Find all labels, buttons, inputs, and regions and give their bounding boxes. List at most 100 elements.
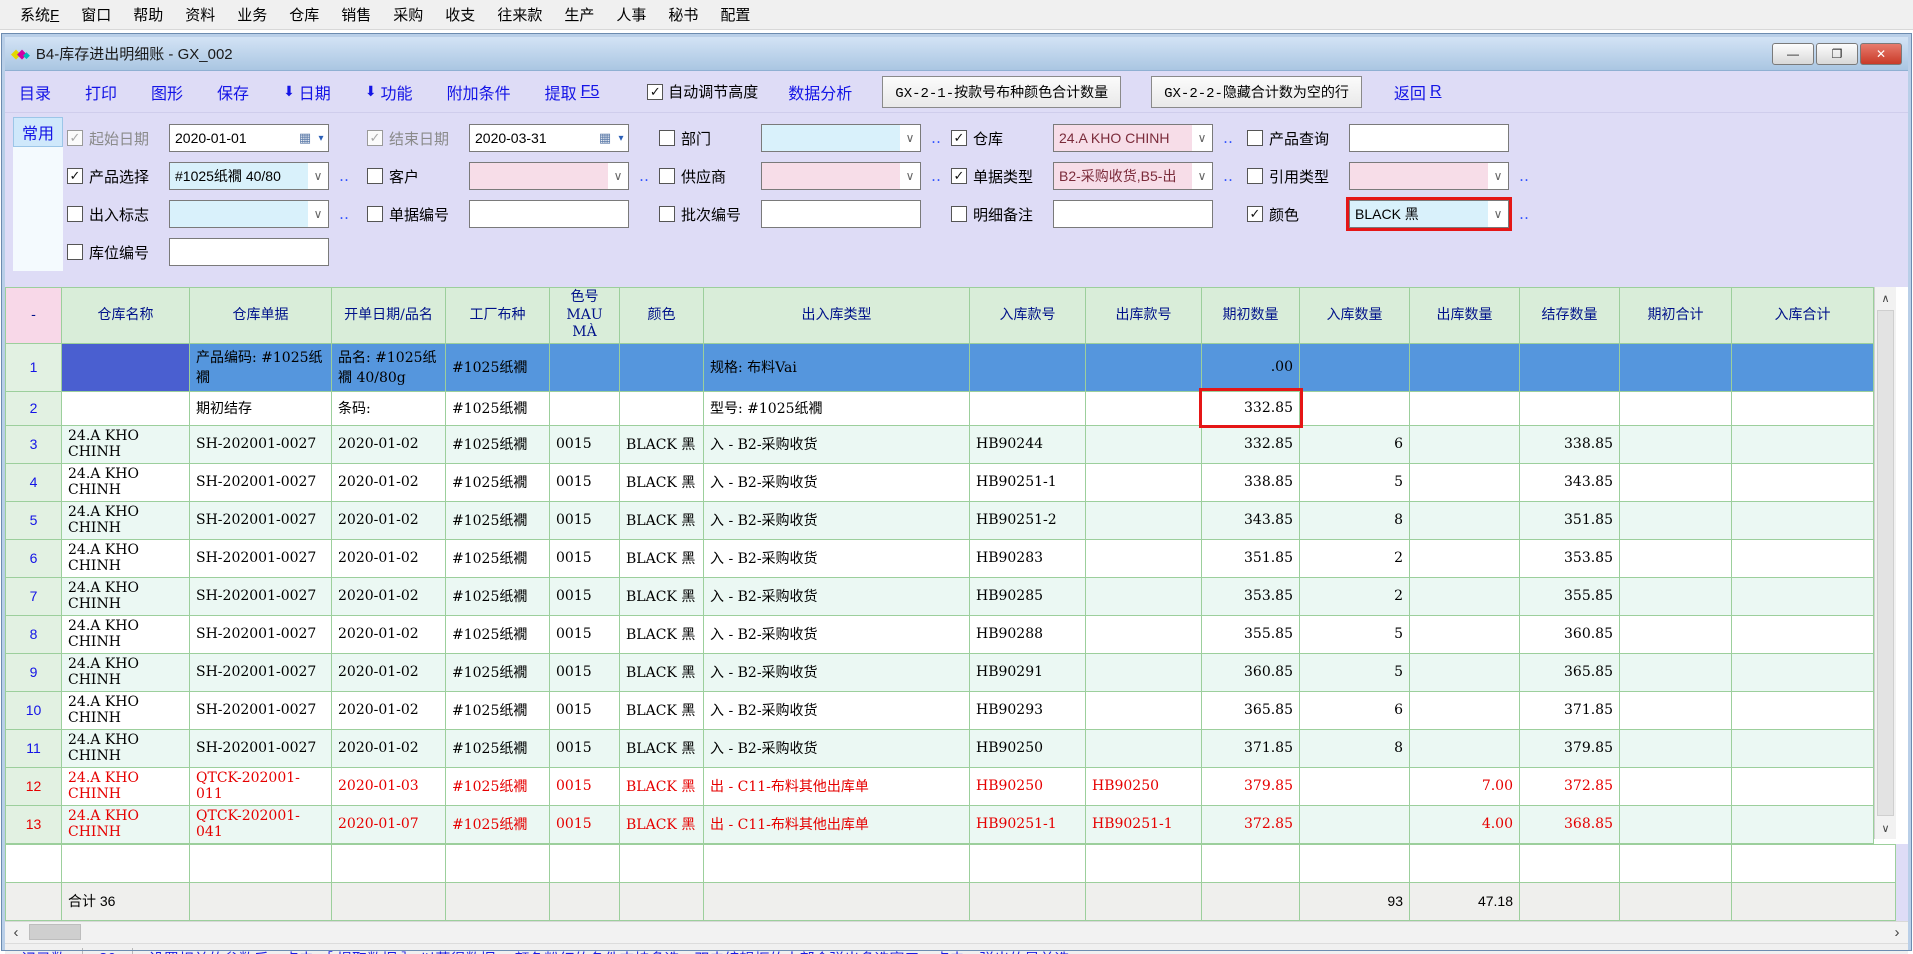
table-cell[interactable]: 2020-01-02 bbox=[332, 615, 446, 653]
table-cell[interactable]: 24.A KHO CHINH bbox=[62, 767, 190, 805]
table-cell[interactable]: #1025纸襉 bbox=[446, 577, 550, 615]
ellipsis-picker[interactable]: ‥ bbox=[1223, 129, 1235, 147]
table-cell[interactable] bbox=[1086, 425, 1202, 463]
table-cell[interactable] bbox=[1410, 615, 1520, 653]
gx21-summary-button[interactable]: GX-2-1-按款号布种颜色合计数量 bbox=[882, 76, 1121, 108]
table-cell[interactable]: 入 - B2-采购收货 bbox=[704, 539, 970, 577]
table-cell[interactable]: 4.00 bbox=[1410, 805, 1520, 843]
table-cell[interactable]: SH-202001-0027 bbox=[190, 425, 332, 463]
table-cell[interactable]: 8 bbox=[1300, 729, 1410, 767]
table-cell[interactable]: 入 - B2-采购收货 bbox=[704, 425, 970, 463]
filter-select[interactable]: ∨ bbox=[1349, 162, 1509, 190]
table-cell[interactable]: 360.85 bbox=[1202, 653, 1300, 691]
table-cell[interactable] bbox=[62, 343, 190, 391]
column-header[interactable]: 期初数量 bbox=[1202, 288, 1300, 344]
table-cell[interactable]: HB90250 bbox=[1086, 767, 1202, 805]
table-cell[interactable]: 入 - B2-采购收货 bbox=[704, 691, 970, 729]
filter-checkbox[interactable] bbox=[659, 130, 675, 146]
column-header[interactable]: 出入库类型 bbox=[704, 288, 970, 344]
filter-select[interactable]: #1025纸襉 40/80∨ bbox=[169, 162, 329, 190]
menu-item[interactable]: 系统F bbox=[10, 1, 69, 28]
table-cell[interactable] bbox=[1620, 501, 1732, 539]
date-input[interactable]: 2020-03-31▦▾ bbox=[469, 124, 629, 152]
table-cell[interactable]: 371.85 bbox=[1520, 691, 1620, 729]
menu-item[interactable]: 业务 bbox=[227, 1, 277, 28]
row-number-cell[interactable]: 1 bbox=[6, 343, 62, 391]
table-cell[interactable]: HB90251-1 bbox=[970, 805, 1086, 843]
table-cell[interactable]: #1025纸襉 bbox=[446, 501, 550, 539]
table-cell[interactable]: 24.A KHO CHINH bbox=[62, 615, 190, 653]
table-cell[interactable]: 型号: #1025纸襉 bbox=[704, 391, 970, 425]
toolbar-link[interactable]: ⬇功能 bbox=[365, 80, 413, 104]
table-cell[interactable] bbox=[1086, 615, 1202, 653]
table-cell[interactable]: 0015 bbox=[550, 767, 620, 805]
table-cell[interactable] bbox=[1410, 539, 1520, 577]
table-cell[interactable]: 355.85 bbox=[1202, 615, 1300, 653]
table-cell[interactable]: HB90250 bbox=[970, 729, 1086, 767]
date-input[interactable]: 2020-01-01▦▾ bbox=[169, 124, 329, 152]
table-cell[interactable] bbox=[1732, 425, 1874, 463]
table-cell[interactable] bbox=[1620, 391, 1732, 425]
scroll-left-icon[interactable]: ‹ bbox=[5, 921, 27, 943]
column-header[interactable]: 仓库单据 bbox=[190, 288, 332, 344]
auto-height-toggle[interactable]: ✓ 自动调节高度 bbox=[647, 81, 758, 102]
table-cell[interactable]: 24.A KHO CHINH bbox=[62, 729, 190, 767]
table-cell[interactable]: BLACK 黑 bbox=[620, 463, 704, 501]
table-cell[interactable]: #1025纸襉 bbox=[446, 767, 550, 805]
filter-checkbox[interactable] bbox=[1247, 130, 1263, 146]
calendar-icon[interactable]: ▦ bbox=[596, 125, 614, 151]
table-cell[interactable]: 365.85 bbox=[1520, 653, 1620, 691]
table-cell[interactable]: 368.85 bbox=[1520, 805, 1620, 843]
table-cell[interactable]: BLACK 黑 bbox=[620, 729, 704, 767]
filter-checkbox[interactable] bbox=[367, 168, 383, 184]
table-cell[interactable] bbox=[1410, 343, 1520, 391]
table-cell[interactable]: 2020-01-02 bbox=[332, 425, 446, 463]
column-header[interactable]: 入库数量 bbox=[1300, 288, 1410, 344]
table-cell[interactable] bbox=[1620, 653, 1732, 691]
filter-checkbox[interactable]: ✓ bbox=[67, 130, 83, 146]
table-cell[interactable] bbox=[1520, 391, 1620, 425]
table-cell[interactable] bbox=[1410, 501, 1520, 539]
ellipsis-picker[interactable]: ‥ bbox=[931, 167, 943, 185]
calendar-icon[interactable]: ▦ bbox=[296, 125, 314, 151]
filter-select[interactable]: ∨ bbox=[761, 162, 921, 190]
table-cell[interactable]: BLACK 黑 bbox=[620, 767, 704, 805]
chevron-down-icon[interactable]: ∨ bbox=[900, 163, 920, 189]
table-cell[interactable] bbox=[1410, 653, 1520, 691]
table-cell[interactable]: 0015 bbox=[550, 653, 620, 691]
vertical-scroll-thumb[interactable] bbox=[1877, 310, 1894, 816]
minimize-button[interactable]: — bbox=[1772, 43, 1814, 65]
table-cell[interactable] bbox=[1732, 501, 1874, 539]
table-cell[interactable]: 产品编码: #1025纸襉 bbox=[190, 343, 332, 391]
table-cell[interactable]: #1025纸襉 bbox=[446, 729, 550, 767]
chevron-down-icon[interactable]: ∨ bbox=[1192, 163, 1212, 189]
table-cell[interactable]: 338.85 bbox=[1202, 463, 1300, 501]
table-cell[interactable]: SH-202001-0027 bbox=[190, 653, 332, 691]
tab-common[interactable]: 常用 bbox=[13, 117, 63, 147]
table-cell[interactable]: 0015 bbox=[550, 729, 620, 767]
column-header[interactable]: 结存数量 bbox=[1520, 288, 1620, 344]
ellipsis-picker[interactable]: ‥ bbox=[1519, 205, 1531, 223]
filter-checkbox[interactable] bbox=[659, 206, 675, 222]
table-cell[interactable]: HB90251-2 bbox=[970, 501, 1086, 539]
filter-checkbox[interactable] bbox=[367, 206, 383, 222]
row-number-cell[interactable]: 5 bbox=[6, 501, 62, 539]
table-cell[interactable]: HB90250 bbox=[970, 767, 1086, 805]
filter-select[interactable]: ∨ bbox=[469, 162, 629, 190]
table-cell[interactable] bbox=[1732, 767, 1874, 805]
table-cell[interactable]: 24.A KHO CHINH bbox=[62, 653, 190, 691]
table-cell[interactable] bbox=[1620, 343, 1732, 391]
back-link[interactable]: 返回R bbox=[1394, 80, 1442, 104]
filter-checkbox[interactable] bbox=[659, 168, 675, 184]
table-cell[interactable]: 0015 bbox=[550, 805, 620, 843]
row-number-cell[interactable]: 6 bbox=[6, 539, 62, 577]
table-cell[interactable]: #1025纸襉 bbox=[446, 463, 550, 501]
table-cell[interactable]: 2020-01-02 bbox=[332, 501, 446, 539]
filter-checkbox[interactable]: ✓ bbox=[1247, 206, 1263, 222]
table-cell[interactable] bbox=[1086, 653, 1202, 691]
scroll-down-icon[interactable]: ∨ bbox=[1875, 817, 1896, 839]
table-cell[interactable] bbox=[970, 391, 1086, 425]
table-cell[interactable]: 规格: 布料Vai bbox=[704, 343, 970, 391]
table-cell[interactable]: #1025纸襉 bbox=[446, 343, 550, 391]
table-cell[interactable] bbox=[1620, 539, 1732, 577]
